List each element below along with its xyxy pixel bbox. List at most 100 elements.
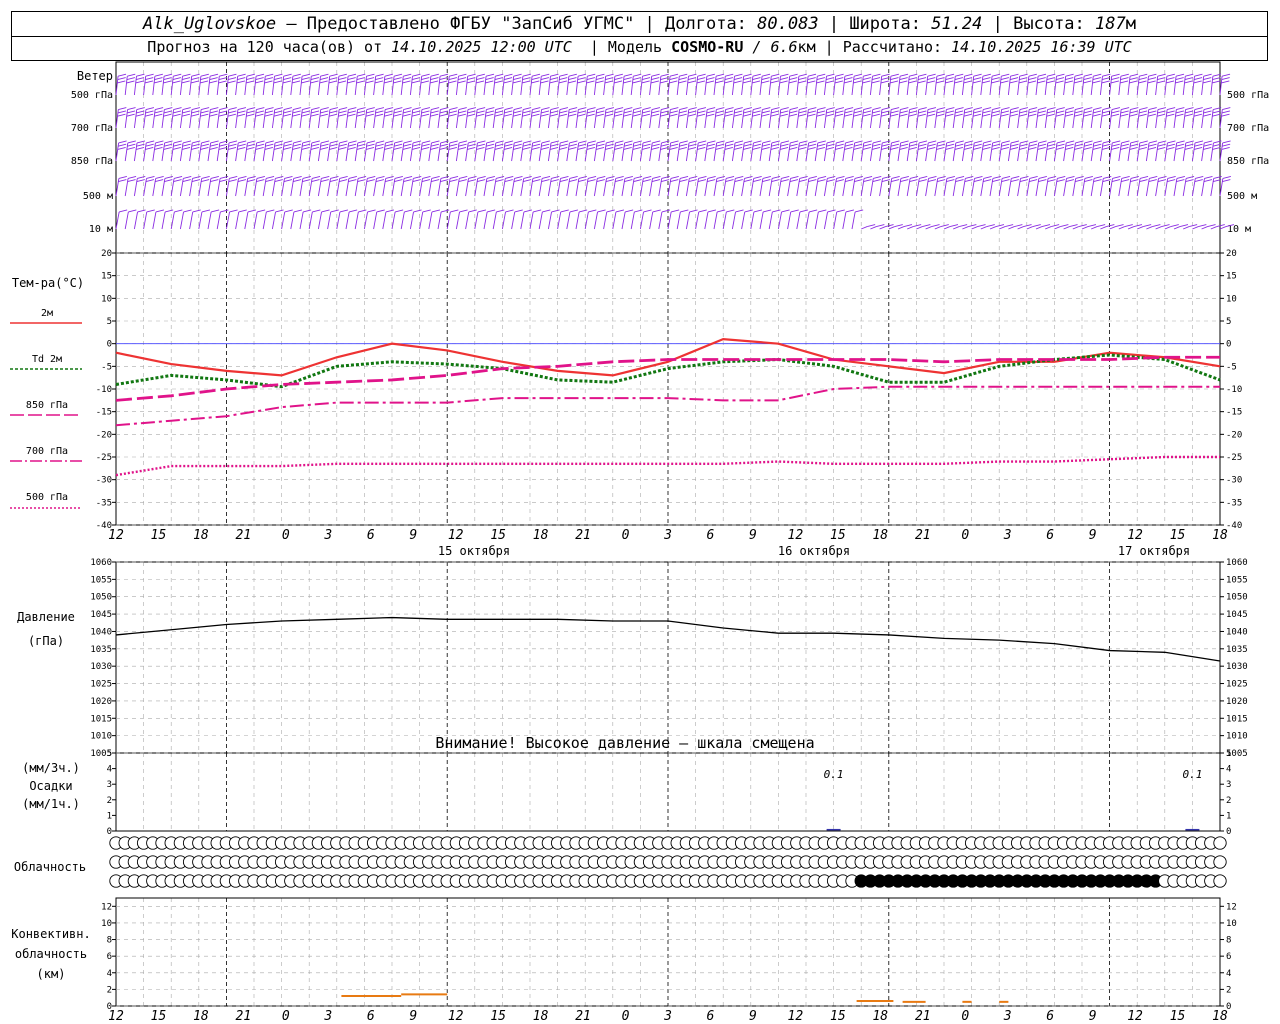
wind-barb-feather: [385, 179, 394, 183]
wind-barb-feather: [127, 143, 136, 147]
wind-barb-feather: [375, 179, 385, 183]
wind-barb-feather: [1097, 224, 1106, 228]
wind-barb-feather: [393, 80, 402, 84]
wind-barb-feather: [1129, 80, 1138, 84]
wind-barb-feather: [127, 110, 136, 114]
wind-barb-feather: [614, 147, 623, 150]
wind-barb-feather: [1139, 110, 1148, 114]
wind-barb-staff: [575, 109, 579, 129]
wind-barb-staff: [639, 178, 644, 197]
wind-barb-staff: [354, 109, 358, 129]
wind-barb-feather: [1166, 77, 1175, 81]
wind-barb-feather: [477, 176, 486, 179]
wind-barb-feather: [155, 107, 164, 111]
wind-barb-feather: [1184, 80, 1193, 84]
wind-barb-feather: [688, 107, 697, 111]
wind-barb-feather: [339, 209, 349, 213]
wind-barb-feather: [604, 113, 614, 117]
x-hour-label: 3: [323, 528, 332, 543]
wind-barb-feather: [697, 143, 706, 147]
wind-barb-feather: [827, 176, 836, 179]
wind-barb-staff: [290, 178, 295, 197]
wind-barb-feather: [1212, 147, 1221, 150]
wind-barb-feather: [265, 110, 274, 114]
wind-barb-feather: [366, 73, 375, 77]
wind-barb-feather: [651, 179, 661, 183]
wind-barb-feather: [146, 176, 155, 179]
wind-barb-feather: [790, 209, 799, 213]
wind-barb-feather: [900, 176, 909, 179]
wind-barb-feather: [799, 179, 808, 183]
wind-barb-feather: [807, 113, 816, 117]
wind-barb-feather: [302, 107, 311, 111]
wind-barb-staff: [271, 109, 276, 129]
wind-barb-feather: [742, 80, 752, 84]
wind-barb-feather: [959, 224, 968, 228]
wind-barb-feather: [522, 147, 531, 150]
wind-barb-feather: [402, 77, 411, 81]
wind-barb-staff: [722, 142, 727, 162]
wind-barb-feather: [384, 110, 393, 114]
wind-barb-staff: [501, 178, 506, 197]
wind-barb-feather: [817, 73, 826, 77]
wind-barb-feather: [229, 209, 238, 213]
wind-barb-feather: [311, 179, 320, 183]
cloud-cover-circle: [1213, 855, 1227, 869]
wind-barb-feather: [1066, 176, 1075, 179]
wind-barb-staff: [639, 109, 644, 129]
ytick-label-right: 0: [1226, 340, 1231, 350]
wind-barb-feather: [835, 73, 844, 77]
wind-barb-staff: [1201, 142, 1205, 162]
wind-barb-staff: [363, 211, 368, 230]
wind-barb-feather: [375, 143, 384, 147]
wind-barb-feather: [817, 107, 826, 111]
wind-barb-staff: [952, 178, 957, 197]
wind-barb-staff: [308, 178, 313, 197]
wind-barb-feather: [735, 209, 744, 213]
wind-barb-feather: [983, 179, 992, 183]
wind-barb-feather: [292, 80, 301, 84]
wind-barb-feather: [652, 176, 661, 179]
wind-barb-staff: [363, 109, 368, 129]
wind-barb-feather: [200, 73, 209, 77]
wind-barb-staff: [851, 211, 856, 230]
wind-barb-staff: [897, 76, 901, 96]
wind-barb-feather: [724, 147, 733, 150]
wind-barb-feather: [128, 209, 137, 213]
wind-barb-feather: [1222, 176, 1231, 179]
wind-barb-feather: [1167, 107, 1176, 111]
wind-barb-feather: [468, 176, 477, 179]
ytick-label-left: -30: [96, 476, 112, 486]
wind-barb-staff: [658, 109, 662, 129]
wind-barb-feather: [633, 179, 642, 183]
wind-barb-staff: [805, 142, 810, 162]
wind-barb-feather: [1129, 110, 1139, 114]
wind-barb-feather: [725, 73, 734, 77]
wind-barb-staff: [1173, 226, 1181, 230]
wind-barb-feather: [321, 176, 330, 179]
wind-barb-feather: [623, 110, 633, 114]
wind-barb-staff: [768, 76, 772, 96]
wind-barb-feather: [890, 80, 899, 84]
wind-barb-feather: [292, 147, 301, 150]
wind-barb-staff: [179, 76, 183, 96]
wind-barb-staff: [1063, 76, 1067, 96]
wind-barb-feather: [200, 77, 209, 81]
wind-barb-staff: [925, 226, 932, 230]
wind-barb-feather: [918, 73, 927, 77]
wind-barb-staff: [925, 76, 929, 96]
wind-barb-feather: [890, 147, 899, 150]
wind-barb-feather: [395, 209, 404, 213]
wind-barb-feather: [477, 107, 486, 111]
wind-barb-feather: [872, 110, 881, 114]
wind-barb-feather: [743, 110, 752, 114]
wind-barb-staff: [133, 211, 138, 230]
conv-ylabel-1: Конвективн.: [11, 927, 90, 941]
wind-barb-feather: [706, 113, 715, 117]
wind-barb-feather: [1157, 77, 1166, 81]
wind-barb-feather: [201, 176, 210, 179]
wind-barb-feather: [256, 143, 265, 147]
wind-barb-feather: [1102, 143, 1111, 147]
wind-barb-feather: [779, 113, 789, 117]
wind-barb-staff: [133, 178, 138, 197]
